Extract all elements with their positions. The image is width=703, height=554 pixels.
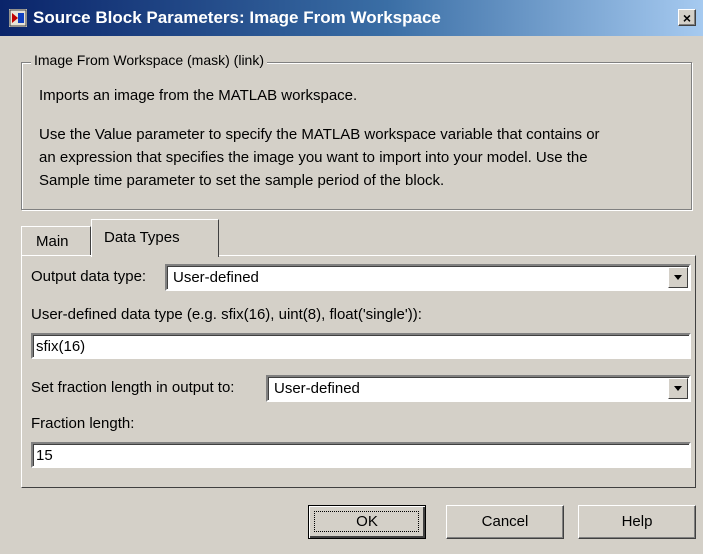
output-type-select[interactable]: User-defined (165, 264, 691, 291)
description-line: an expression that specifies the image y… (39, 149, 588, 166)
fraction-mode-value: User-defined (274, 380, 360, 397)
close-icon: × (682, 10, 692, 26)
description-group-label: Image From Workspace (mask) (link) (31, 52, 268, 68)
user-type-field[interactable]: sfix(16) (31, 333, 691, 359)
help-button[interactable]: Help (578, 505, 696, 539)
simulink-block-icon (9, 9, 27, 27)
window-title: Source Block Parameters: Image From Work… (33, 8, 441, 27)
tab-main-label: Main (36, 233, 69, 250)
user-type-label: User-defined data type (e.g. sfix(16), u… (31, 306, 422, 323)
cancel-button[interactable]: Cancel (446, 505, 564, 539)
fraction-length-label: Fraction length: (31, 415, 135, 432)
tab-data-types-label: Data Types (104, 229, 180, 246)
user-type-value: sfix(16) (36, 338, 86, 355)
cancel-button-label: Cancel (481, 513, 529, 530)
output-type-label: Output data type: (31, 268, 147, 285)
fraction-mode-label: Set fraction length in output to: (31, 379, 235, 396)
title-bar[interactable]: Source Block Parameters: Image From Work… (0, 0, 703, 36)
fraction-length-field[interactable]: 15 (31, 442, 691, 468)
dialog-window: Source Block Parameters: Image From Work… (0, 0, 703, 554)
chevron-down-icon[interactable] (668, 378, 688, 399)
output-type-value: User-defined (173, 269, 259, 286)
description-line: Use the Value parameter to specify the M… (39, 126, 600, 143)
description-line: Imports an image from the MATLAB workspa… (39, 87, 358, 104)
chevron-down-icon[interactable] (668, 267, 688, 288)
fraction-mode-select[interactable]: User-defined (266, 375, 691, 402)
description-line: Sample time parameter to set the sample … (39, 172, 445, 189)
help-button-label: Help (621, 513, 653, 530)
tab-main[interactable]: Main (21, 226, 91, 255)
close-button[interactable]: × (678, 9, 696, 26)
fraction-length-value: 15 (36, 447, 53, 464)
ok-button[interactable]: OK (308, 505, 426, 539)
tab-data-types[interactable]: Data Types (91, 219, 219, 257)
focus-rect (314, 511, 419, 532)
